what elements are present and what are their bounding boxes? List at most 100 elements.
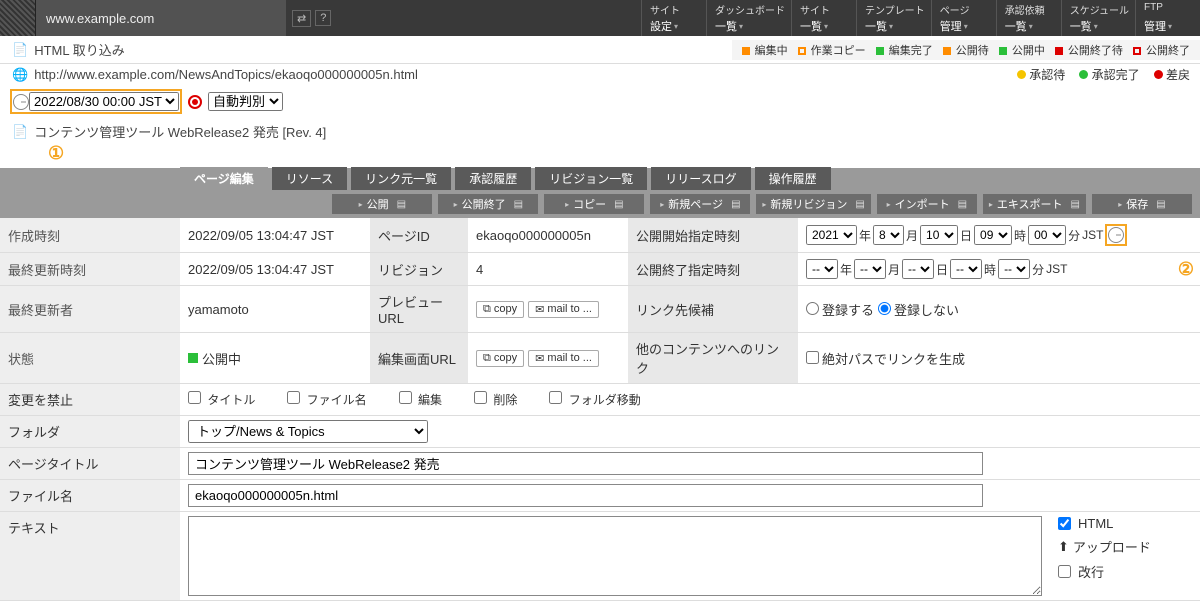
action-3[interactable]: ▸新規ページ▤ — [650, 194, 750, 214]
action-2[interactable]: ▸コピー▤ — [544, 194, 644, 214]
help-icon[interactable]: ? — [315, 10, 331, 26]
chevron-down-icon: ▾ — [739, 22, 743, 31]
topnav-3[interactable]: テンプレート一覧▾ — [856, 0, 931, 36]
pubstart-clock-button[interactable] — [1105, 224, 1127, 246]
file-name-row: ファイル名 — [0, 480, 1200, 512]
info-grid: 作成時刻 2022/09/05 13:04:47 JST ページID ekaoq… — [0, 218, 1200, 384]
label-editurl: 編集画面URL — [370, 333, 468, 384]
action-4[interactable]: ▸新規リビジョン▤ — [756, 194, 870, 214]
doc-icon: ▤ — [1156, 199, 1165, 210]
label-text: テキスト — [0, 512, 180, 600]
action-7[interactable]: ▸保存▤ — [1092, 194, 1192, 214]
label-linkcand: リンク先候補 — [628, 286, 798, 333]
preview-date-select[interactable]: 2022/08/30 00:00 JST — [29, 92, 179, 111]
text-row: テキスト HTML ⬆アップロード 改行 — [0, 512, 1200, 601]
value-previewurl: ⧉copy ✉mail to ... — [468, 286, 628, 333]
topnav-7[interactable]: FTP管理▾ — [1135, 0, 1200, 36]
chevron-right-icon: ▸ — [359, 200, 363, 209]
value-pageid: ekaoqo000000005n — [468, 218, 628, 253]
pubstart-min[interactable]: 00 — [1028, 225, 1066, 245]
upload-icon: ⬆ — [1058, 539, 1069, 555]
value-updater: yamamoto — [180, 286, 370, 333]
doc-icon: ▤ — [958, 199, 967, 210]
clock-icon[interactable] — [13, 94, 29, 110]
folder-select[interactable]: トップ/News & Topics — [188, 420, 428, 443]
page-title-input[interactable] — [188, 452, 983, 475]
doc-icon: ▤ — [855, 199, 864, 210]
sync-icon[interactable]: ⇄ — [292, 10, 311, 27]
topnav-4[interactable]: ページ管理▾ — [931, 0, 996, 36]
chevron-down-icon: ▾ — [964, 22, 968, 31]
chevron-right-icon: ▸ — [887, 200, 891, 209]
file-name-input[interactable] — [188, 484, 983, 507]
annotation-1: ① — [48, 143, 64, 164]
tab-6[interactable]: 操作履歴 — [755, 167, 831, 190]
label-revision: リビジョン — [370, 253, 468, 286]
value-created: 2022/09/05 13:04:47 JST — [180, 218, 370, 253]
mailto-button[interactable]: ✉mail to ... — [528, 350, 599, 367]
prohibit-2[interactable]: 編集 — [399, 391, 442, 408]
chevron-down-icon: ▾ — [824, 22, 828, 31]
wrap-checkbox[interactable]: 改行 — [1058, 562, 1192, 581]
label-updated: 最終更新時刻 — [0, 253, 180, 286]
folder-row: フォルダ トップ/News & Topics — [0, 416, 1200, 448]
html-import-label[interactable]: 📄 HTML 取り込み — [0, 36, 137, 63]
tab-2[interactable]: リンク元一覧 — [351, 167, 451, 190]
register-yes[interactable]: 登録する — [806, 300, 874, 319]
action-1[interactable]: ▸公開終了▤ — [438, 194, 538, 214]
prohibit-3[interactable]: 削除 — [474, 391, 517, 408]
mailto-button[interactable]: ✉mail to ... — [528, 301, 599, 318]
pubend-min[interactable]: -- — [998, 259, 1030, 279]
site-url-display: www.example.com — [36, 0, 286, 36]
url-tools: ⇄ ? — [286, 0, 337, 36]
topnav-6[interactable]: スケジュール一覧▾ — [1061, 0, 1135, 36]
text-textarea[interactable] — [188, 516, 1042, 596]
topnav-1[interactable]: ダッシュボード一覧▾ — [706, 0, 791, 36]
pubend-day[interactable]: -- — [902, 259, 934, 279]
action-6[interactable]: ▸エキスポート▤ — [983, 194, 1086, 214]
value-revision: 4 — [468, 253, 628, 286]
prohibit-1[interactable]: ファイル名 — [287, 391, 366, 408]
value-editurl: ⧉copy ✉mail to ... — [468, 333, 628, 384]
pubstart-day[interactable]: 10 — [920, 225, 958, 245]
encoding-select[interactable]: 自動判別 — [208, 92, 283, 111]
pubstart-month[interactable]: 8 — [873, 225, 904, 245]
pubstart-hour[interactable]: 09 — [974, 225, 1012, 245]
chevron-down-icon: ▾ — [889, 22, 893, 31]
preview-date-box: 2022/08/30 00:00 JST — [10, 89, 182, 114]
topnav-5[interactable]: 承認依頼一覧▾ — [996, 0, 1061, 36]
topnav-0[interactable]: サイト設定▾ — [641, 0, 706, 36]
abspath-checkbox[interactable]: 絶対パスでリンクを生成 — [806, 349, 965, 368]
tab-5[interactable]: リリースログ — [651, 167, 750, 190]
label-change-prohibit: 変更を禁止 — [0, 384, 180, 415]
mail-icon: ✉ — [535, 352, 544, 365]
register-no[interactable]: 登録しない — [878, 300, 959, 319]
approve-item: 承認完了 — [1079, 66, 1139, 83]
copy-button[interactable]: ⧉copy — [476, 301, 524, 318]
prohibit-0[interactable]: タイトル — [188, 391, 255, 408]
pubend-year[interactable]: -- — [806, 259, 838, 279]
page-desc-line: 📄 コンテンツ管理ツール WebRelease2 発売 [Rev. 4] — [0, 118, 1200, 143]
copy-button[interactable]: ⧉copy — [476, 350, 524, 367]
pubend-month[interactable]: -- — [854, 259, 886, 279]
topnav-2[interactable]: サイト一覧▾ — [791, 0, 856, 36]
label-pageid: ページID — [370, 218, 468, 253]
action-5[interactable]: ▸インポート▤ — [877, 194, 977, 214]
action-0[interactable]: ▸公開▤ — [332, 194, 432, 214]
value-state: 公開中 — [180, 333, 370, 384]
tab-3[interactable]: 承認履歴 — [455, 167, 531, 190]
record-icon[interactable] — [188, 95, 202, 109]
tab-1[interactable]: リソース — [272, 167, 347, 190]
status-item: 編集完了 — [876, 42, 933, 58]
pubstart-year[interactable]: 2021 — [806, 225, 857, 245]
doc-icon: ▤ — [397, 199, 406, 210]
tabs: ページ編集リソースリンク元一覧承認履歴リビジョン一覧リリースログ操作履歴 — [0, 168, 1200, 190]
label-previewurl: プレビューURL — [370, 286, 468, 333]
tab-4[interactable]: リビジョン一覧 — [535, 167, 647, 190]
status-item: 公開中 — [999, 42, 1045, 58]
upload-button[interactable]: ⬆アップロード — [1058, 537, 1192, 556]
tab-0[interactable]: ページ編集 — [180, 167, 268, 190]
html-checkbox[interactable]: HTML — [1058, 516, 1192, 531]
prohibit-4[interactable]: フォルダ移動 — [549, 391, 640, 408]
pubend-hour[interactable]: -- — [950, 259, 982, 279]
